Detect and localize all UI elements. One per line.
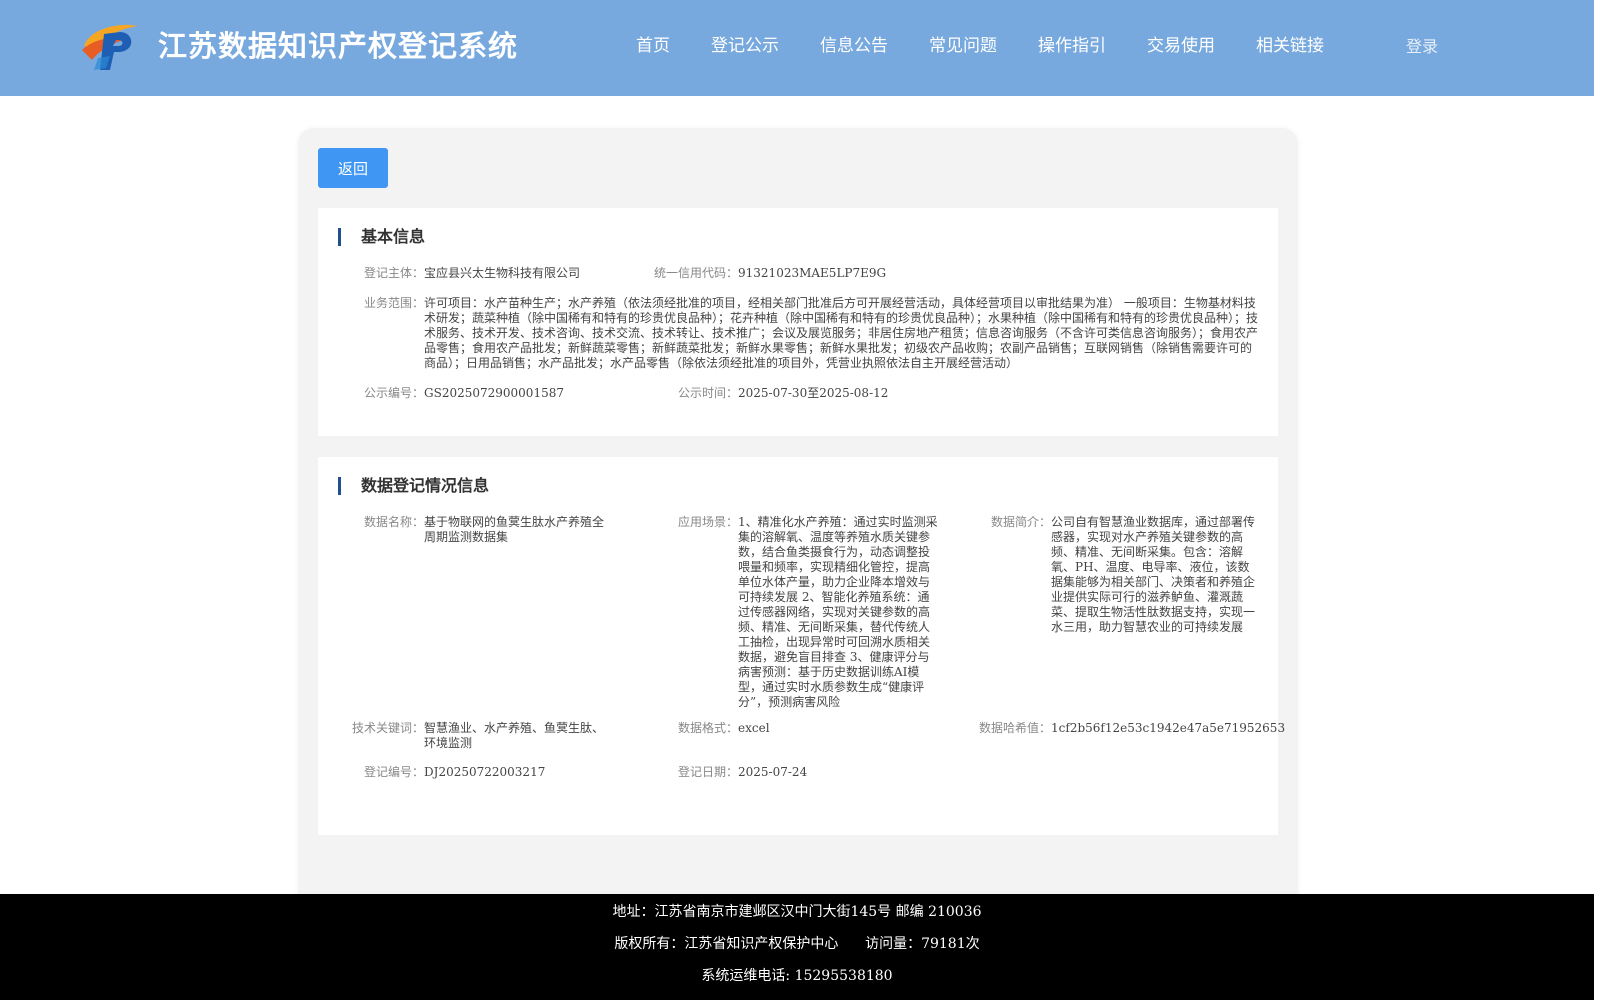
data-registration-title: 数据登记情况信息 xyxy=(338,477,489,495)
data-name-label: 数据名称： xyxy=(364,515,425,529)
data-intro-value: 公司自有智慧渔业数据库，通过部署传感器，实现对水产养殖关键参数的高频、精准、无间… xyxy=(1051,515,1256,634)
data-hash-field: 数据哈希值： 1cf2b56f12e53c1942e47a5e71952653 xyxy=(979,721,1285,736)
registration-date-field: 登记日期： 2025-07-24 xyxy=(678,765,807,780)
application-scene-label: 应用场景： xyxy=(678,515,739,529)
data-name-value: 基于物联网的鱼蓂生肽水产养殖全周期监测数据集 xyxy=(424,515,605,544)
entity-value: 宝应县兴太生物科技有限公司 xyxy=(424,266,581,280)
publicity-number-field: 公示编号： GS2025072900001587 xyxy=(364,386,564,401)
credit-code-value: 91321023MAE5LP7E9G xyxy=(738,266,887,280)
data-format-label: 数据格式： xyxy=(678,721,739,735)
data-hash-value: 1cf2b56f12e53c1942e47a5e71952653 xyxy=(1051,721,1286,735)
registration-number-field: 登记编号： DJ20250722003217 xyxy=(364,765,545,780)
application-scene-field: 应用场景： 1、精准化水产养殖：通过实时监测采集的溶解氧、温度等养殖水质关键参数… xyxy=(678,515,940,710)
data-name-field: 数据名称： 基于物联网的鱼蓂生肽水产养殖全周期监测数据集 xyxy=(364,515,616,545)
registration-date-label: 登记日期： xyxy=(678,765,739,779)
nav-announcements[interactable]: 信息公告 xyxy=(820,34,888,58)
business-scope-label: 业务范围： xyxy=(364,296,425,310)
keywords-value: 智慧渔业、水产养殖、鱼蓂生肽、环境监测 xyxy=(424,721,605,750)
data-intro-label: 数据简介： xyxy=(991,515,1052,529)
registration-number-label: 登记编号： xyxy=(364,765,425,779)
main-nav: 首页 登记公示 信息公告 常见问题 操作指引 交易使用 相关链接 xyxy=(636,34,1324,58)
back-button[interactable]: 返回 xyxy=(318,148,388,188)
credit-code-field: 统一信用代码： 91321023MAE5LP7E9G xyxy=(654,266,886,281)
footer-copyright: 版权所有：江苏省知识产权保护中心 访问量：79181次 xyxy=(614,936,980,952)
detail-panel: 返回 基本信息 登记主体： 宝应县兴太生物科技有限公司 统一信用代码： 9132… xyxy=(298,128,1298,908)
application-scene-value: 1、精准化水产养殖：通过实时监测采集的溶解氧、温度等养殖水质关键参数，结合鱼类摄… xyxy=(738,515,938,709)
nav-guide[interactable]: 操作指引 xyxy=(1038,34,1106,58)
data-intro-field: 数据简介： 公司自有智慧渔业数据库，通过部署传感器，实现对水产养殖关键参数的高频… xyxy=(991,515,1257,635)
site-header: 江苏数据知识产权登记系统 首页 登记公示 信息公告 常见问题 操作指引 交易使用… xyxy=(0,0,1594,96)
data-hash-label: 数据哈希值： xyxy=(979,721,1052,735)
publicity-time-value: 2025-07-30至2025-08-12 xyxy=(738,386,889,400)
nav-related-links[interactable]: 相关链接 xyxy=(1256,34,1324,58)
nav-trade-use[interactable]: 交易使用 xyxy=(1147,34,1215,58)
footer-address: 地址：江苏省南京市建邺区汉中门大街145号 邮编 210036 xyxy=(612,904,982,920)
nav-faq[interactable]: 常见问题 xyxy=(929,34,997,58)
data-registration-card: 数据登记情况信息 数据名称： 基于物联网的鱼蓂生肽水产养殖全周期监测数据集 应用… xyxy=(318,457,1285,835)
business-scope-field: 业务范围： 许可项目：水产苗种生产；水产养殖（依法须经批准的项目，经相关部门批准… xyxy=(364,296,1260,371)
basic-info-title: 基本信息 xyxy=(338,228,425,246)
data-format-field: 数据格式： excel xyxy=(678,721,770,736)
nav-registration-publicity[interactable]: 登记公示 xyxy=(711,34,779,58)
credit-code-label: 统一信用代码： xyxy=(654,266,739,280)
data-format-value: excel xyxy=(738,721,770,735)
site-footer: 地址：江苏省南京市建邺区汉中门大街145号 邮编 210036 版权所有：江苏省… xyxy=(0,894,1594,1000)
publicity-time-label: 公示时间： xyxy=(678,386,739,400)
site-title: 江苏数据知识产权登记系统 xyxy=(158,29,519,63)
registration-number-value: DJ20250722003217 xyxy=(424,765,546,779)
login-link[interactable]: 登录 xyxy=(1406,35,1438,59)
entity-field: 登记主体： 宝应县兴太生物科技有限公司 xyxy=(364,266,580,281)
publicity-time-field: 公示时间： 2025-07-30至2025-08-12 xyxy=(678,386,888,401)
registration-date-value: 2025-07-24 xyxy=(738,765,808,779)
nav-home[interactable]: 首页 xyxy=(636,34,670,58)
publicity-number-value: GS2025072900001587 xyxy=(424,386,564,400)
basic-info-card: 基本信息 登记主体： 宝应县兴太生物科技有限公司 统一信用代码： 9132102… xyxy=(318,208,1278,436)
business-scope-value: 许可项目：水产苗种生产；水产养殖（依法须经批准的项目，经相关部门批准后方可开展经… xyxy=(424,296,1259,370)
keywords-field: 技术关键词： 智慧渔业、水产养殖、鱼蓂生肽、环境监测 xyxy=(352,721,616,751)
entity-label: 登记主体： xyxy=(364,266,425,280)
keywords-label: 技术关键词： xyxy=(352,721,425,735)
site-logo-icon[interactable] xyxy=(80,20,140,72)
footer-phone: 系统运维电话: 15295538180 xyxy=(701,968,893,984)
publicity-number-label: 公示编号： xyxy=(364,386,425,400)
